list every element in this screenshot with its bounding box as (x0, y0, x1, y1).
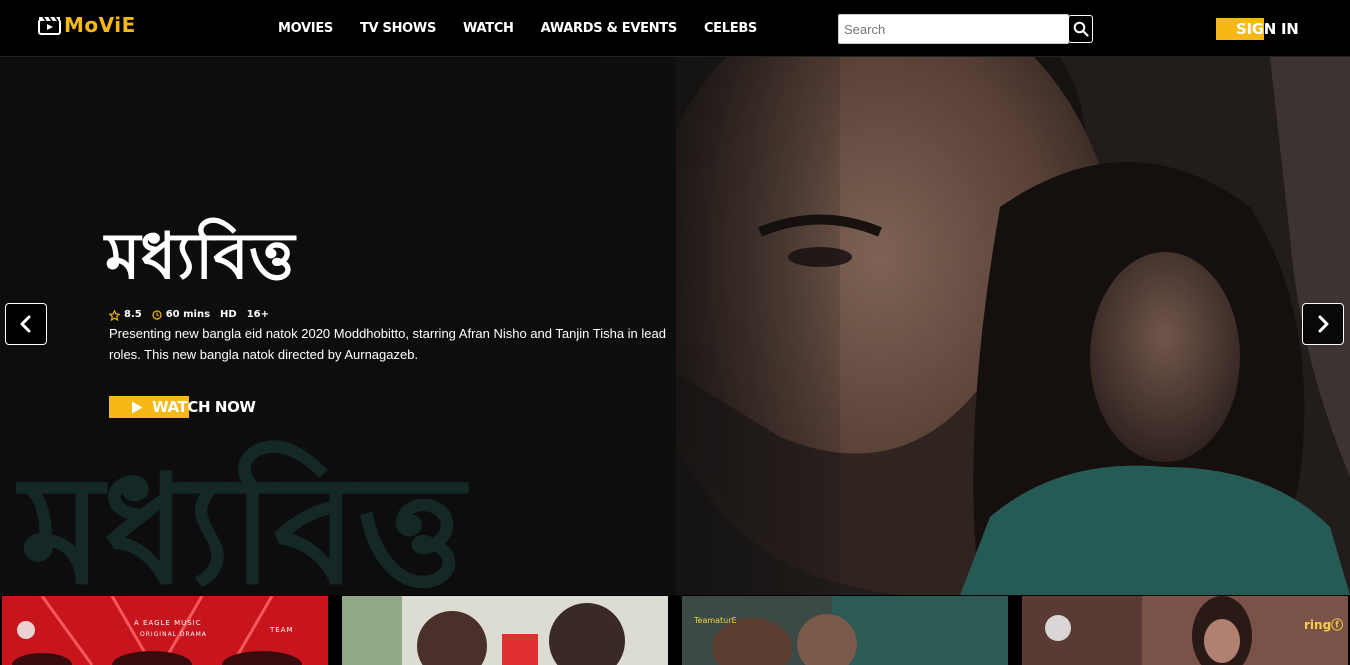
thumbnail-image (682, 596, 1008, 665)
thumb1-line1: A EAGLE MUSIC (134, 619, 202, 627)
clapperboard-icon (38, 16, 61, 35)
thumb3-tag: TeamaturE (694, 616, 737, 625)
age-rating: 16+ (246, 309, 270, 320)
search-input[interactable] (838, 14, 1069, 44)
hero-slider: মধ্যবিত্ত মধ্যবিত্ত 8.5 60 mins HD 16+ P… (0, 57, 1350, 595)
star-icon (109, 309, 120, 321)
main-nav: MOVIES TV SHOWS WATCH AWARDS & EVENTS CE… (278, 0, 784, 57)
thumbnail-image (1022, 596, 1348, 665)
thumbnail-row: A EAGLE MUSIC ORIGINAL DRAMA TEAM Teamat… (0, 595, 1350, 665)
thumbnail-card[interactable] (342, 596, 668, 665)
watch-now-label: WATCH NOW (152, 398, 256, 416)
thumb1-line2: ORIGINAL DRAMA (140, 631, 207, 638)
nav-celebs[interactable]: CELEBS (704, 21, 757, 36)
duration-value: 60 mins (165, 309, 211, 320)
sign-in-label: SIGN IN (1236, 20, 1299, 38)
thumb4-tag: ringⓕ (1304, 618, 1344, 632)
logo-text: MoViE (64, 13, 136, 37)
quality-badge: HD (220, 309, 237, 320)
nav-awards-events[interactable]: AWARDS & EVENTS (541, 21, 678, 36)
chevron-left-icon (20, 315, 31, 333)
brand-logo[interactable]: MoViE (38, 14, 136, 36)
hero-meta: 8.5 60 mins HD 16+ (109, 308, 269, 322)
hero-title: মধ্যবিত্ত (105, 219, 295, 294)
hero-description: Presenting new bangla eid natok 2020 Mod… (109, 326, 666, 362)
play-icon (132, 401, 143, 413)
thumbnail-card[interactable]: A EAGLE MUSIC ORIGINAL DRAMA TEAM (2, 596, 328, 665)
nav-watch[interactable]: WATCH (463, 21, 514, 36)
thumb1-tag: TEAM (270, 626, 294, 634)
rating-value: 8.5 (124, 309, 142, 320)
sign-in-button[interactable]: SIGN IN (1216, 18, 1299, 40)
watch-now-button[interactable]: WATCH NOW (109, 396, 256, 418)
hero-watermark: মধ্যবিত্ত (15, 440, 469, 595)
search-button[interactable] (1068, 15, 1093, 43)
thumbnail-card[interactable]: TeamaturE (682, 596, 1008, 665)
clock-icon (152, 310, 162, 320)
nav-movies[interactable]: MOVIES (278, 21, 333, 36)
slider-next-button[interactable] (1302, 303, 1344, 345)
top-navbar: MoViE MOVIES TV SHOWS WATCH AWARDS & EVE… (0, 0, 1350, 57)
nav-tv-shows[interactable]: TV SHOWS (360, 21, 436, 36)
thumbnail-card[interactable]: ringⓕ (1022, 596, 1348, 665)
search-icon (1073, 21, 1089, 37)
chevron-right-icon (1318, 315, 1329, 333)
slider-prev-button[interactable] (5, 303, 47, 345)
thumbnail-image (342, 596, 668, 665)
